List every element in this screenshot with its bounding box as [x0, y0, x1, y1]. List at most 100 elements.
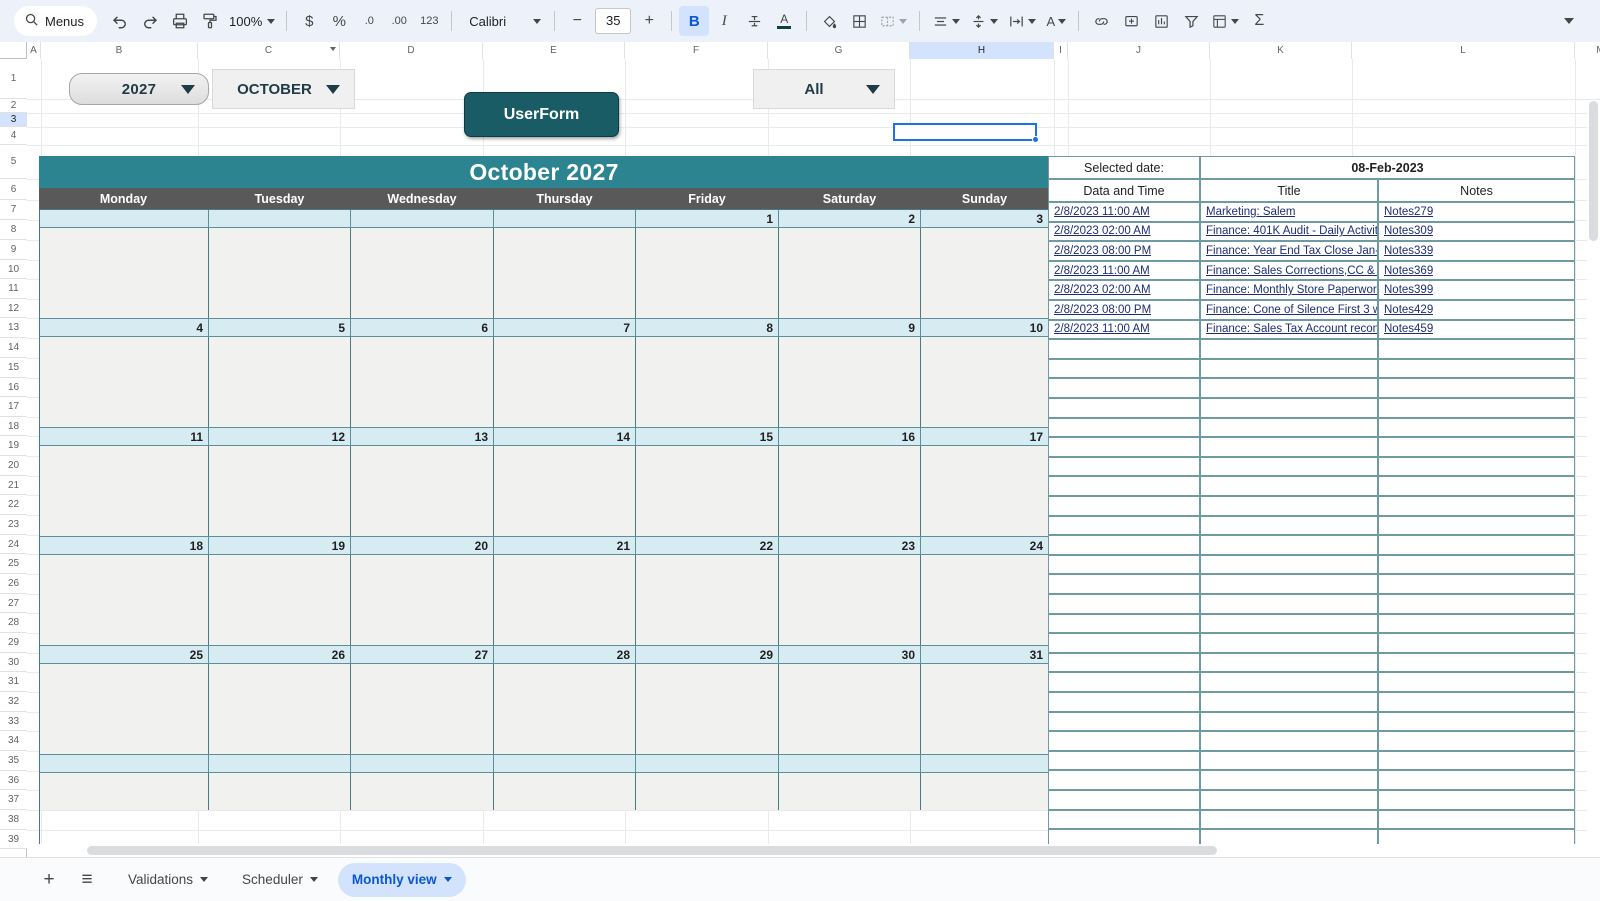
- calendar-event-cell[interactable]: [39, 773, 209, 810]
- calendar-day-28[interactable]: 28: [494, 645, 636, 664]
- row-header-29[interactable]: 29: [0, 633, 27, 653]
- detail-cell-empty[interactable]: [1048, 790, 1200, 810]
- row-header-32[interactable]: 32: [0, 692, 27, 712]
- detail-cell-empty[interactable]: [1200, 633, 1378, 653]
- detail-link-notes[interactable]: Notes369: [1379, 265, 1433, 277]
- calendar-event-cell[interactable]: [209, 555, 351, 645]
- sheet-tab-validations[interactable]: Validations: [114, 863, 222, 897]
- calendar-day-2[interactable]: 2: [779, 209, 921, 228]
- detail-cell-empty[interactable]: [1048, 535, 1200, 555]
- row-header-24[interactable]: 24: [0, 535, 27, 554]
- row-header-12[interactable]: 12: [0, 299, 27, 318]
- increase-font-size-button[interactable]: +: [634, 6, 664, 36]
- detail-cell-empty[interactable]: [1378, 770, 1575, 790]
- detail-cell-empty[interactable]: [1378, 358, 1575, 379]
- calendar-event-cell[interactable]: [921, 773, 1049, 810]
- detail-cell-empty[interactable]: [1378, 652, 1575, 673]
- column-header-a[interactable]: A: [27, 42, 41, 59]
- column-header-d[interactable]: D: [340, 42, 483, 59]
- row-header-1[interactable]: 1: [0, 59, 27, 99]
- calendar-day-30[interactable]: 30: [779, 645, 921, 664]
- row-header-16[interactable]: 16: [0, 378, 27, 397]
- calendar-event-cell[interactable]: [921, 555, 1049, 645]
- detail-cell-empty[interactable]: [1048, 692, 1200, 712]
- calendar-event-cell[interactable]: [494, 337, 636, 427]
- calendar-event-cell[interactable]: [636, 664, 779, 754]
- detail-cell-empty[interactable]: [1378, 613, 1575, 634]
- calendar-event-cell[interactable]: [494, 446, 636, 536]
- detail-link-datetime[interactable]: 2/8/2023 08:00 PM: [1049, 304, 1151, 316]
- calendar-day-5[interactable]: 5: [209, 318, 351, 337]
- detail-link-notes[interactable]: Notes279: [1379, 206, 1433, 218]
- detail-link-title[interactable]: Finance: Cone of Silence First 3 work: [1201, 304, 1377, 316]
- insert-chart-button[interactable]: [1146, 6, 1176, 36]
- chevron-down-icon[interactable]: [200, 877, 209, 882]
- row-header-7[interactable]: 7: [0, 200, 27, 220]
- detail-cell-empty[interactable]: [1200, 731, 1378, 751]
- calendar-day-25[interactable]: 25: [39, 645, 209, 664]
- detail-cell-empty[interactable]: [1200, 437, 1378, 457]
- detail-cell-empty[interactable]: [1048, 358, 1200, 379]
- detail-cell-empty[interactable]: [1378, 790, 1575, 810]
- detail-cell-empty[interactable]: [1200, 515, 1378, 536]
- detail-link-notes[interactable]: Notes429: [1379, 304, 1433, 316]
- vertical-scroll-thumb[interactable]: [1589, 101, 1598, 241]
- row-header-35[interactable]: 35: [0, 751, 27, 771]
- detail-link-notes[interactable]: Notes309: [1379, 225, 1433, 237]
- detail-link-datetime[interactable]: 2/8/2023 11:00 AM: [1049, 265, 1150, 277]
- row-header-13[interactable]: 13: [0, 318, 27, 338]
- calendar-event-cell[interactable]: [494, 664, 636, 754]
- row-header-17[interactable]: 17: [0, 397, 27, 417]
- row-header-6[interactable]: 6: [0, 179, 27, 200]
- detail-cell-empty[interactable]: [1200, 378, 1378, 398]
- detail-cell-empty[interactable]: [1200, 339, 1378, 359]
- calendar-day-6[interactable]: 6: [351, 318, 494, 337]
- row-header-3[interactable]: 3: [0, 113, 27, 127]
- detail-cell-empty[interactable]: [1378, 574, 1575, 594]
- detail-cell-empty[interactable]: [1378, 535, 1575, 555]
- detail-cell-empty[interactable]: [1200, 809, 1378, 830]
- calendar-event-cell[interactable]: [779, 228, 921, 318]
- calendar-day-14[interactable]: 14: [494, 427, 636, 446]
- row-header-9[interactable]: 9: [0, 240, 27, 260]
- detail-cell-empty[interactable]: [1378, 633, 1575, 653]
- calendar-event-cell[interactable]: [209, 664, 351, 754]
- detail-cell-empty[interactable]: [1378, 809, 1575, 830]
- calendar-day-20[interactable]: 20: [351, 536, 494, 555]
- sigma-button[interactable]: Σ: [1244, 6, 1274, 36]
- calendar-day-24[interactable]: 24: [921, 536, 1049, 555]
- year-dropdown[interactable]: 2027: [69, 73, 209, 105]
- calendar-event-cell[interactable]: [921, 664, 1049, 754]
- detail-cell-empty[interactable]: [1048, 456, 1200, 477]
- detail-cell-empty[interactable]: [1048, 613, 1200, 634]
- detail-cell-empty[interactable]: [1200, 496, 1378, 516]
- detail-cell-empty[interactable]: [1378, 711, 1575, 732]
- create-filter-button[interactable]: [1176, 6, 1206, 36]
- menus-button[interactable]: Menus: [14, 6, 98, 36]
- add-sheet-button[interactable]: +: [32, 863, 66, 897]
- column-header-i[interactable]: I: [1054, 42, 1068, 59]
- calendar-event-cell[interactable]: [636, 555, 779, 645]
- detail-cell-empty[interactable]: [1200, 613, 1378, 634]
- calendar-event-cell[interactable]: [779, 555, 921, 645]
- detail-cell-empty[interactable]: [1200, 750, 1378, 771]
- horizontal-scroll-thumb[interactable]: [87, 846, 1217, 855]
- text-color-button[interactable]: A: [769, 6, 799, 36]
- functions-button[interactable]: [1206, 6, 1244, 36]
- calendar-event-cell[interactable]: [209, 446, 351, 536]
- calendar-day-29[interactable]: 29: [636, 645, 779, 664]
- detail-link-title[interactable]: Finance: Sales Tax Account recon.: [1201, 323, 1377, 335]
- detail-cell-empty[interactable]: [1048, 417, 1200, 438]
- detail-cell-empty[interactable]: [1048, 378, 1200, 398]
- font-family-select[interactable]: Calibri: [459, 6, 547, 36]
- row-header-21[interactable]: 21: [0, 476, 27, 495]
- detail-cell-empty[interactable]: [1048, 496, 1200, 516]
- detail-link-title[interactable]: Finance: Monthly Store Paperwork R: [1201, 284, 1377, 296]
- calendar-event-cell[interactable]: [351, 446, 494, 536]
- detail-link-datetime[interactable]: 2/8/2023 11:00 AM: [1049, 323, 1150, 335]
- calendar-event-cell[interactable]: [351, 555, 494, 645]
- detail-cell-empty[interactable]: [1378, 398, 1575, 418]
- row-header-30[interactable]: 30: [0, 653, 27, 672]
- row-header-38[interactable]: 38: [0, 810, 27, 830]
- detail-cell-empty[interactable]: [1378, 750, 1575, 771]
